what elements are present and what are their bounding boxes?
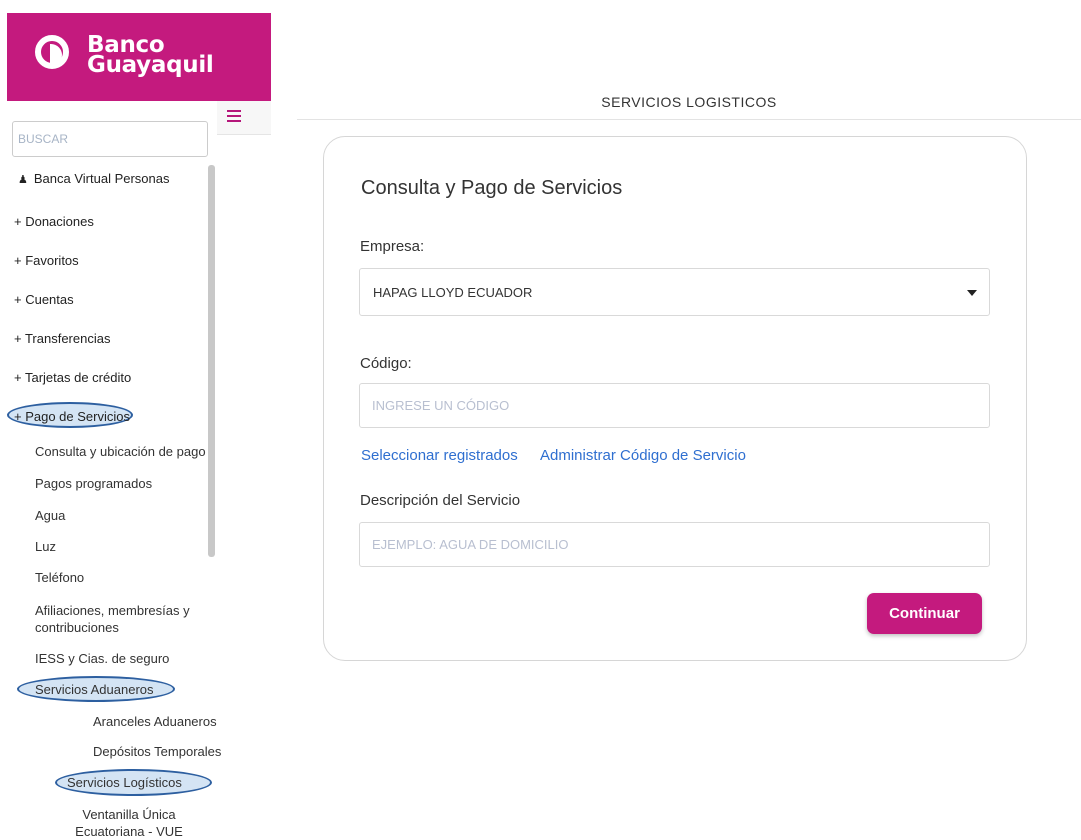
user-icon: ♟ (18, 174, 28, 186)
sidebar-item-pago-servicios[interactable]: + Pago de Servicios (14, 409, 130, 424)
brand-logo-bar: Banco Guayaquil (7, 13, 271, 101)
continuar-button[interactable]: Continuar (867, 593, 982, 634)
brand-name: Banco Guayaquil (87, 34, 214, 78)
sidebar-sub-vue[interactable]: Ventanilla Única Ecuatoriana - VUE (49, 806, 209, 840)
sidebar-sub-agua[interactable]: Agua (35, 507, 65, 524)
sidebar-sub-depositos[interactable]: Depósitos Temporales (93, 743, 221, 760)
sidebar-sub-iess[interactable]: IESS y Cias. de seguro (35, 650, 169, 667)
sidebar-search-input[interactable] (12, 121, 208, 157)
page-title: SERVICIOS LOGISTICOS (601, 94, 777, 110)
empresa-label: Empresa: (360, 238, 425, 255)
sidebar-sub-servicios-logisticos[interactable]: Servicios Logísticos (67, 774, 182, 791)
header-divider (297, 119, 1081, 120)
sidebar-item-tarjetas[interactable]: + Tarjetas de crédito (14, 370, 131, 385)
sidebar-sub-pagos-programados[interactable]: Pagos programados (35, 475, 152, 492)
descripcion-input[interactable] (359, 522, 990, 567)
administrar-codigo-link[interactable]: Administrar Código de Servicio (540, 447, 746, 464)
sidebar-user-item[interactable]: ♟ Banca Virtual Personas (18, 171, 170, 186)
sidebar-sub-afiliaciones[interactable]: Afiliaciones, membresías y contribucione… (35, 602, 205, 636)
empresa-select[interactable]: HAPAG LLOYD ECUADOR (359, 268, 990, 316)
bank-logo-icon (35, 35, 69, 69)
codigo-label: Código: (360, 355, 412, 372)
sidebar-item-favoritos[interactable]: + Favoritos (14, 253, 79, 268)
sidebar-item-transferencias[interactable]: + Transferencias (14, 331, 110, 346)
sidebar-sub-aranceles[interactable]: Aranceles Aduaneros (93, 713, 217, 730)
empresa-selected-value: HAPAG LLOYD ECUADOR (373, 285, 533, 300)
sidebar-item-cuentas[interactable]: + Cuentas (14, 292, 74, 307)
seleccionar-registrados-link[interactable]: Seleccionar registrados (361, 447, 518, 464)
descripcion-label: Descripción del Servicio (360, 492, 521, 509)
card-title: Consulta y Pago de Servicios (361, 177, 623, 199)
brand-line-2: Guayaquil (87, 52, 214, 78)
chevron-down-icon (967, 290, 977, 296)
sidebar-user-label: Banca Virtual Personas (33, 171, 170, 186)
sidebar-scrollbar[interactable] (208, 165, 215, 557)
sidebar-sub-consulta[interactable]: Consulta y ubicación de pago (35, 443, 206, 460)
hamburger-menu-icon[interactable] (227, 110, 241, 122)
sidebar-sub-servicios-aduaneros[interactable]: Servicios Aduaneros (35, 681, 154, 698)
sidebar-sub-telefono[interactable]: Teléfono (35, 569, 84, 586)
codigo-input[interactable] (359, 383, 990, 428)
sidebar-sub-luz[interactable]: Luz (35, 538, 56, 555)
sidebar-item-donaciones[interactable]: + Donaciones (14, 214, 94, 229)
sidebar-rail (217, 101, 271, 135)
